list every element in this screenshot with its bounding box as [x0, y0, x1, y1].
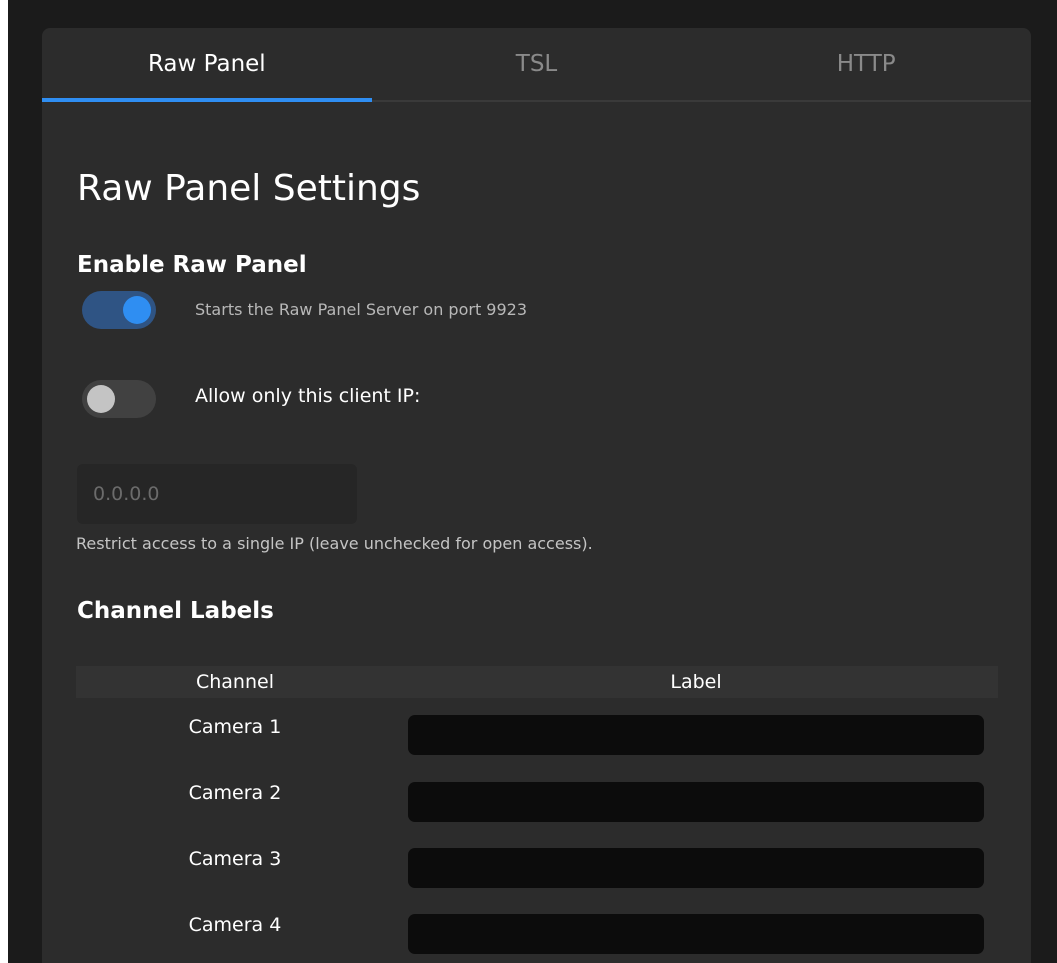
table-row-channel: Camera 3 [188, 848, 282, 870]
channel-label-input[interactable] [408, 715, 984, 755]
client-ip-toggle[interactable] [82, 380, 156, 418]
channel-label-input[interactable] [408, 914, 984, 954]
toggle-knob [123, 296, 151, 324]
page-title: Raw Panel Settings [77, 168, 421, 209]
app-window: Raw Panel TSL HTTP Raw Panel Settings En… [0, 0, 1057, 963]
channel-label-input[interactable] [408, 848, 984, 888]
left-edge [0, 0, 8, 963]
column-header-label: Label [670, 671, 722, 693]
enable-raw-panel-toggle[interactable] [82, 291, 156, 329]
tab-http[interactable]: HTTP [701, 28, 1031, 100]
settings-card: Raw Panel TSL HTTP Raw Panel Settings En… [42, 28, 1031, 963]
tab-bar: Raw Panel TSL HTTP [42, 28, 1031, 102]
enable-description: Starts the Raw Panel Server on port 9923 [195, 300, 528, 319]
client-ip-input[interactable] [77, 464, 357, 524]
table-header: Channel Label [76, 666, 998, 698]
table-row-channel: Camera 2 [188, 782, 282, 804]
client-ip-label: Allow only this client IP: [195, 385, 421, 407]
channel-label-input[interactable] [408, 782, 984, 822]
table-row-channel: Camera 4 [188, 914, 282, 936]
table-row-channel: Camera 1 [188, 716, 282, 738]
tab-tsl[interactable]: TSL [372, 28, 702, 100]
enable-section-heading: Enable Raw Panel [77, 252, 307, 278]
toggle-knob [87, 385, 115, 413]
ip-help-text: Restrict access to a single IP (leave un… [76, 534, 593, 553]
channel-labels-heading: Channel Labels [77, 598, 274, 624]
tab-raw-panel[interactable]: Raw Panel [42, 28, 372, 102]
column-header-channel: Channel [195, 671, 274, 693]
